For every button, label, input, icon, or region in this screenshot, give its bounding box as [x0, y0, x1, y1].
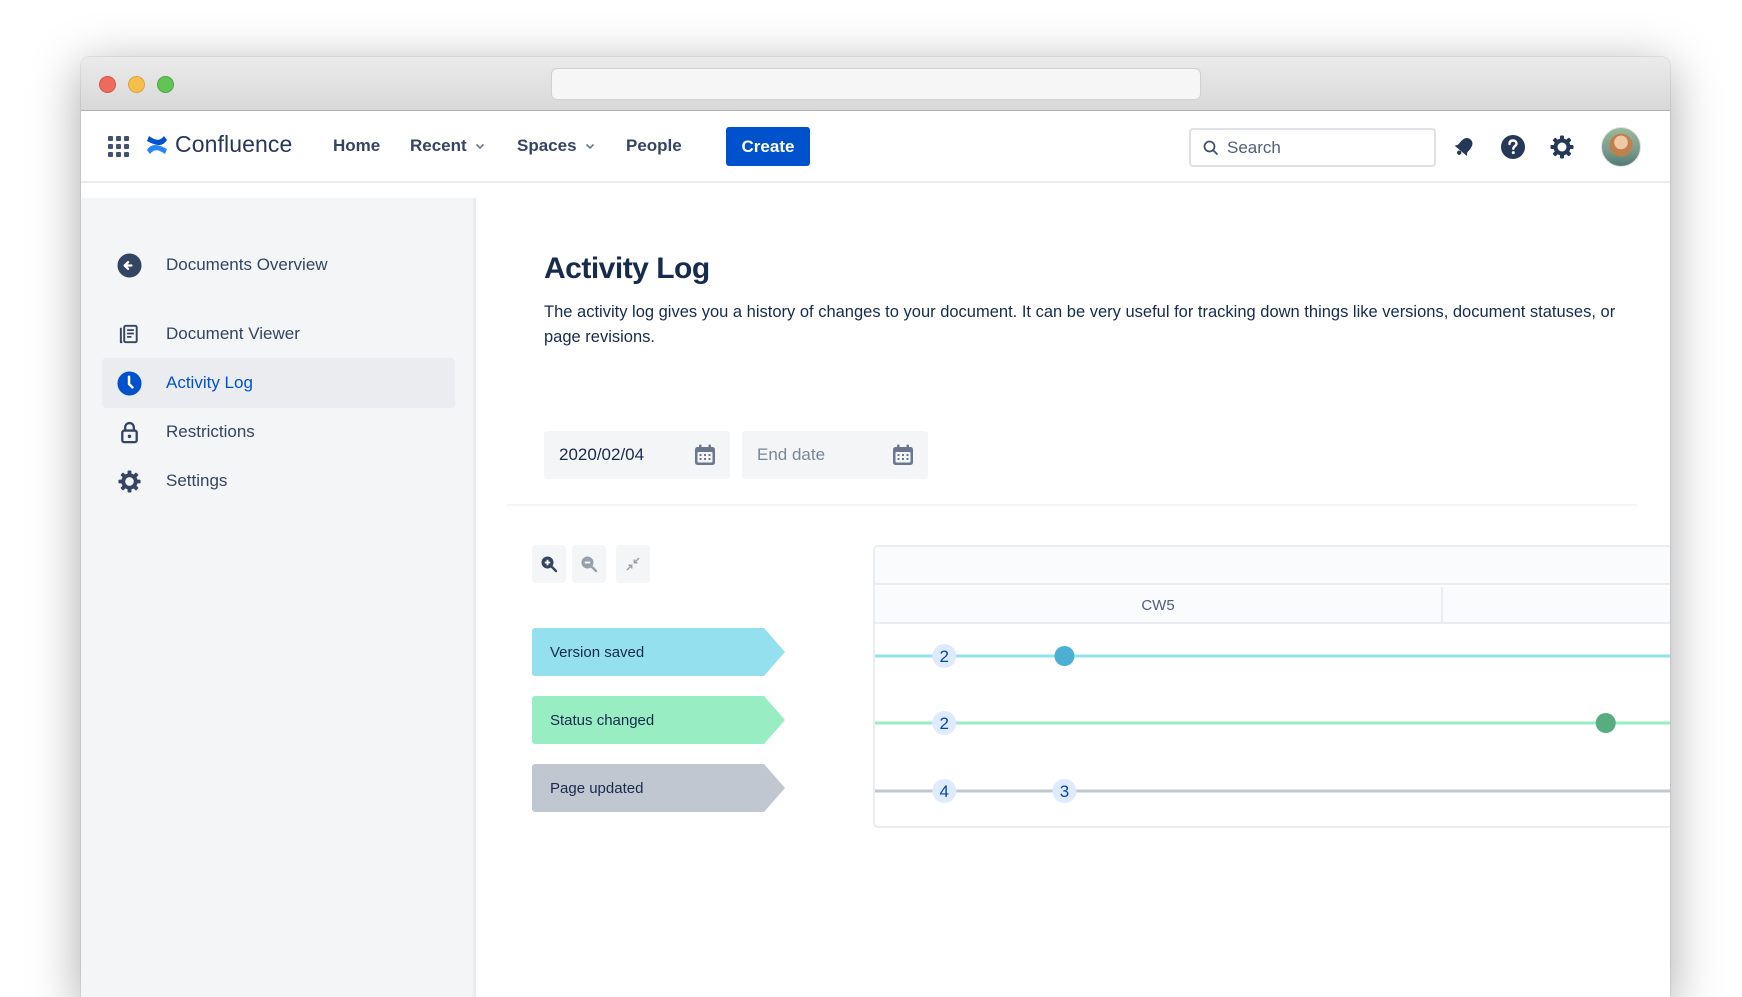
- collapse-icon: [626, 557, 640, 571]
- notifications-icon[interactable]: [1451, 134, 1477, 160]
- chevron-down-icon: [475, 143, 484, 150]
- close-window-button[interactable]: [99, 76, 116, 93]
- arrow-left-circle-icon: [117, 253, 142, 278]
- address-bar[interactable]: [551, 68, 1201, 100]
- nav-recent[interactable]: Recent: [410, 136, 485, 156]
- event-cluster-badge[interactable]: 2: [932, 644, 957, 668]
- lane-label-page-updated: Page updated: [532, 764, 785, 812]
- sidebar-item-settings[interactable]: Settings: [102, 456, 455, 506]
- lane-label-text: Page updated: [550, 779, 644, 797]
- event-count: 3: [1060, 782, 1069, 801]
- lane-label-status-changed: Status changed: [532, 696, 785, 744]
- sidebar-item-document-viewer[interactable]: Document Viewer: [102, 309, 455, 359]
- lane-label-version-saved: Version saved: [532, 628, 785, 676]
- zoom-out-icon: [581, 556, 598, 573]
- end-date-field[interactable]: [742, 431, 928, 479]
- start-date-field[interactable]: [544, 431, 730, 479]
- nav-people[interactable]: People: [626, 136, 682, 156]
- gear-icon: [118, 470, 141, 493]
- search-input[interactable]: [1227, 137, 1417, 158]
- lane-label-text: Status changed: [550, 711, 655, 729]
- sidebar-item-label: Activity Log: [166, 373, 253, 392]
- search-icon: [1203, 140, 1219, 155]
- create-button[interactable]: Create: [726, 127, 810, 166]
- maximize-window-button[interactable]: [157, 76, 174, 93]
- event-cluster-badge[interactable]: 4: [932, 779, 957, 803]
- zoom-in-icon: [541, 556, 558, 573]
- chevron-down-icon: [585, 143, 594, 150]
- collapse-button[interactable]: [616, 545, 650, 583]
- section-divider: [507, 504, 1637, 506]
- user-avatar[interactable]: [1601, 127, 1641, 167]
- calendar-icon[interactable]: [891, 443, 915, 467]
- event-count: 2: [940, 647, 949, 666]
- zoom-in-button[interactable]: [532, 545, 566, 583]
- sidebar-item-label: Settings: [166, 471, 228, 490]
- page-description: The activity log gives you a history of …: [544, 303, 1616, 346]
- settings-icon[interactable]: [1549, 134, 1575, 160]
- zoom-out-button[interactable]: [572, 545, 606, 583]
- top-navigation: Confluence Home Recent Spaces People Cre…: [81, 111, 1670, 183]
- event-cluster-badge[interactable]: 2: [932, 711, 957, 735]
- help-icon[interactable]: [1500, 134, 1526, 160]
- start-date-input[interactable]: [559, 445, 689, 465]
- product-name: Confluence: [175, 131, 293, 157]
- timeline-lanes: 2 2 4 3: [875, 644, 1670, 803]
- browser-window: Confluence Home Recent Spaces People Cre…: [81, 57, 1670, 997]
- event-dot[interactable]: [1054, 646, 1075, 666]
- nav-spaces-label: Spaces: [517, 136, 577, 155]
- sidebar-item-restrictions[interactable]: Restrictions: [102, 407, 455, 457]
- event-count: 4: [940, 782, 949, 801]
- app-switcher-icon[interactable]: [108, 136, 129, 157]
- lane-label-text: Version saved: [550, 643, 645, 661]
- nav-home[interactable]: Home: [333, 136, 380, 156]
- sidebar-item-activity-log[interactable]: Activity Log: [102, 358, 455, 408]
- calendar-icon[interactable]: [693, 443, 717, 467]
- nav-recent-label: Recent: [410, 136, 467, 155]
- lock-icon: [121, 421, 138, 444]
- sidebar-item-documents-overview[interactable]: Documents Overview: [102, 240, 455, 290]
- sidebar-item-label: Document Viewer: [166, 324, 300, 343]
- event-dot[interactable]: [1595, 713, 1616, 733]
- sidebar: Documents Overview Document Viewer Activ…: [81, 198, 476, 997]
- nav-people-label: People: [626, 136, 682, 155]
- nav-spaces[interactable]: Spaces: [517, 136, 595, 156]
- timeline-chart: CW5 2243: [873, 545, 1670, 828]
- nav-home-label: Home: [333, 136, 381, 155]
- event-count: 2: [940, 714, 949, 733]
- main-content: Activity Log Export to CSV The activity …: [479, 198, 1670, 997]
- sidebar-item-label: Restrictions: [166, 422, 255, 441]
- search-field[interactable]: [1189, 128, 1436, 167]
- page-title: Activity Log: [544, 252, 710, 285]
- document-icon: [119, 324, 138, 344]
- sidebar-item-label: Documents Overview: [166, 255, 328, 274]
- clock-icon: [117, 371, 142, 396]
- confluence-logo[interactable]: Confluence: [145, 131, 292, 158]
- event-cluster-badge[interactable]: 3: [1052, 779, 1077, 803]
- minimize-window-button[interactable]: [128, 76, 145, 93]
- confluence-logo-icon: [147, 135, 167, 154]
- end-date-input[interactable]: [757, 445, 887, 465]
- window-titlebar: [81, 57, 1670, 111]
